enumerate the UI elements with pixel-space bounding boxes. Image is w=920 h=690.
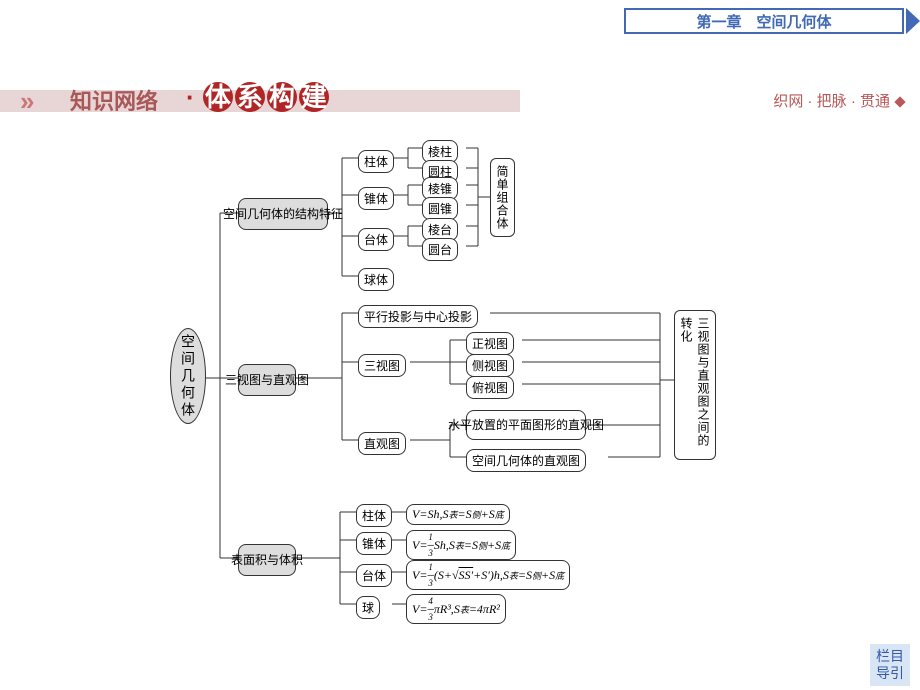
node-zhiguantu: 直观图 [358, 432, 406, 455]
node-plane-zg: 水平放置的平面图形的直观图 [466, 410, 586, 440]
subtitle: 织网 · 把脉 · 贯通 [773, 90, 890, 111]
node-sv: 表面积与体积 [238, 544, 296, 576]
node-zhuiti: 锥体 [358, 187, 394, 210]
node-sv-tai: 台体 [356, 564, 392, 587]
section-title: · 体系构建 [186, 82, 330, 113]
chapter-header: 第一章 空间几何体 [624, 8, 904, 34]
node-sv-zhui: 锥体 [356, 532, 392, 555]
node-combo: 简单组合体 [490, 158, 515, 237]
node-taiti: 台体 [358, 228, 394, 251]
node-transform: 三视图与直观图之间的转化 [674, 310, 716, 460]
concept-map: 空间几何体 空间几何体的结构特征 三视图与直观图 表面积与体积 柱体 锥体 台体… [170, 140, 890, 640]
formula-qiu: V=4─3πR³, S表=4πR² [406, 594, 506, 624]
node-projection: 平行投影与中心投影 [358, 305, 478, 328]
node-sanshitu: 三视图 [358, 354, 406, 377]
node-sv-qiu: 球 [356, 596, 380, 619]
chevron-right-icon [906, 8, 920, 34]
node-yuantai: 圆台 [422, 238, 458, 261]
root-node: 空间几何体 [170, 328, 206, 424]
formula-zhu: V=Sh, S表=S侧+S底 [406, 504, 510, 525]
node-qiuti: 球体 [358, 268, 394, 291]
node-structure: 空间几何体的结构特征 [238, 198, 328, 230]
formula-zhui: V=1─3Sh, S表=S侧+S底 [406, 530, 516, 560]
node-space-zg: 空间几何体的直观图 [466, 449, 586, 472]
node-ceshi: 侧视图 [466, 354, 514, 377]
node-yuanzhui: 圆锥 [422, 197, 458, 220]
node-zhuti: 柱体 [358, 150, 394, 173]
node-zhengshi: 正视图 [466, 332, 514, 355]
chevron-right-icon: » [20, 86, 34, 117]
node-fushi: 俯视图 [466, 376, 514, 399]
nav-button[interactable]: 栏目 导引 [870, 644, 910, 686]
formula-tai: V=1─3(S+√SS′+S′)h, S表=S侧+S底 [406, 560, 570, 590]
node-sv-zhu: 柱体 [356, 504, 392, 527]
node-view: 三视图与直观图 [238, 364, 296, 396]
